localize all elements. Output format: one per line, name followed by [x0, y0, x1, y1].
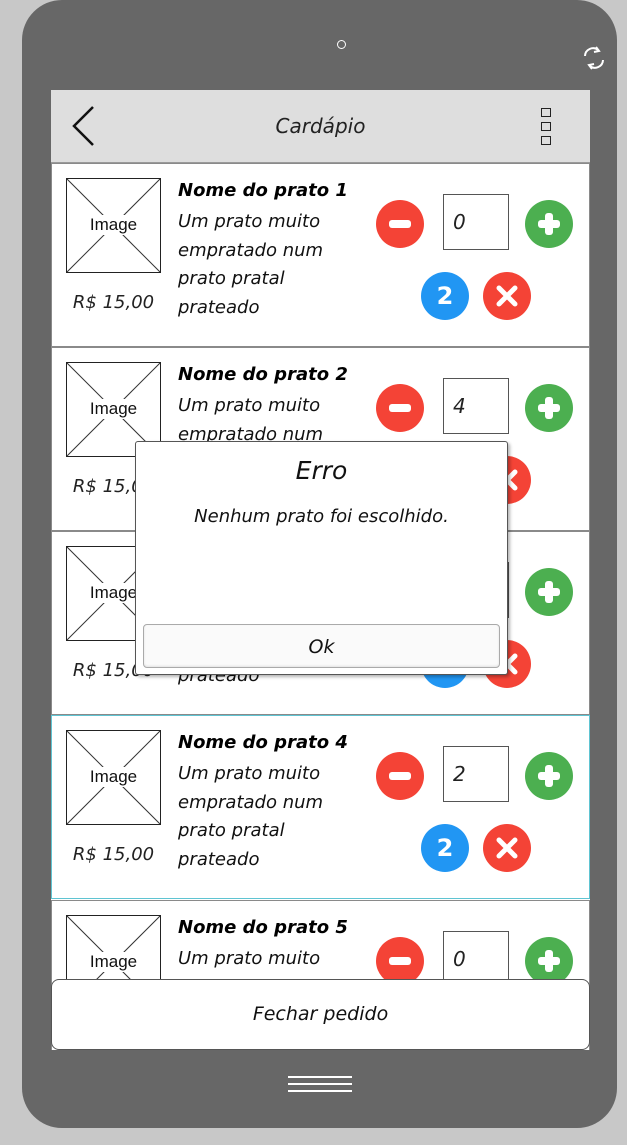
camera-icon: [337, 40, 346, 49]
quantity-field[interactable]: [443, 746, 509, 802]
dish-name: Nome do prato 5: [178, 917, 348, 938]
dish-image-placeholder: Image: [66, 178, 161, 273]
dish-name: Nome do prato 2: [178, 364, 348, 385]
image-placeholder-label: Image: [67, 952, 160, 972]
dialog-title: Erro: [295, 456, 348, 485]
decrease-quantity-button[interactable]: [376, 937, 424, 985]
increase-quantity-button[interactable]: [525, 200, 573, 248]
image-placeholder-label: Image: [67, 399, 160, 419]
home-bar-icon[interactable]: [288, 1076, 352, 1096]
remove-dish-button[interactable]: [483, 272, 531, 320]
dish-price: R$ 15,00: [72, 844, 155, 865]
dish-image-placeholder: Image: [66, 730, 161, 825]
image-placeholder-label: Image: [67, 215, 160, 235]
close-order-button[interactable]: Fechar pedido: [51, 979, 590, 1050]
dish-description: Um prato muito empratado num prato prata…: [178, 211, 324, 318]
dish-name: Nome do prato 1: [178, 180, 348, 201]
decrease-quantity-button[interactable]: [376, 752, 424, 800]
decrease-quantity-button[interactable]: [376, 384, 424, 432]
decrease-quantity-button[interactable]: [376, 200, 424, 248]
remove-dish-button[interactable]: [483, 824, 531, 872]
quantity-field[interactable]: [443, 378, 509, 434]
quantity-badge[interactable]: 2: [421, 272, 469, 320]
quantity-badge[interactable]: 2: [421, 824, 469, 872]
dish-name: Nome do prato 4: [178, 732, 348, 753]
dish-card[interactable]: Image R$ 15,00 Nome do prato 4 Um prato mui…: [51, 715, 590, 899]
increase-quantity-button[interactable]: [525, 568, 573, 616]
increase-quantity-button[interactable]: [525, 752, 573, 800]
quantity-field[interactable]: [443, 194, 509, 250]
top-bar: Cardápio: [51, 90, 590, 163]
error-dialog: Erro Nenhum prato foi escolhido. Ok: [135, 441, 508, 675]
dish-card[interactable]: Image R$ 15,00 Nome do prato 1 Um prato mui…: [51, 163, 590, 347]
ok-button[interactable]: Ok: [143, 624, 500, 668]
dish-price: R$ 15,00: [72, 292, 155, 313]
image-placeholder-label: Image: [67, 767, 160, 787]
overflow-menu-icon[interactable]: [541, 108, 555, 146]
increase-quantity-button[interactable]: [525, 937, 573, 985]
increase-quantity-button[interactable]: [525, 384, 573, 432]
dish-description: Um prato muito empratado num prato prata…: [178, 763, 324, 870]
rotate-icon: [584, 46, 604, 70]
dialog-message: Nenhum prato foi escolhido.: [194, 506, 449, 527]
page-title: Cardápio: [275, 114, 366, 138]
